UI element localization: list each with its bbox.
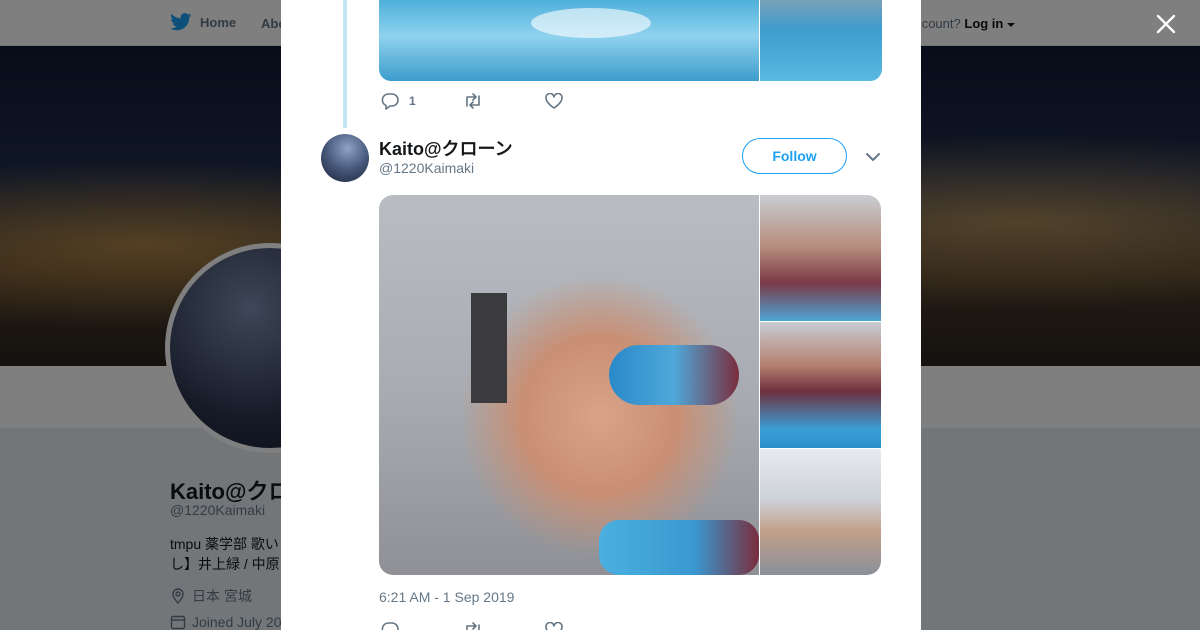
tweet-media-grid xyxy=(379,195,881,575)
tweet-photo-4[interactable] xyxy=(760,449,881,575)
reply-icon xyxy=(381,622,399,630)
like-button-2[interactable] xyxy=(545,622,627,630)
tweet-author-name[interactable]: Kaito@クローン xyxy=(379,135,513,161)
tweet-modal: 1 Kaito@クローン @1220Kaimaki Follow 6:21 AM… xyxy=(281,0,921,630)
tweet-photo-2[interactable] xyxy=(760,195,881,321)
like-button[interactable] xyxy=(545,93,627,109)
photo-swimsuit-shape-2 xyxy=(599,520,759,575)
reply-button[interactable]: 1 xyxy=(381,92,463,110)
tweet-timestamp[interactable]: 6:21 AM - 1 Sep 2019 xyxy=(379,589,514,605)
reply-count: 1 xyxy=(409,94,416,108)
previous-tweet-photo-main[interactable] xyxy=(379,0,759,81)
photo-background-post xyxy=(471,293,507,403)
tweet-author-avatar[interactable] xyxy=(321,134,369,182)
like-icon xyxy=(545,622,563,630)
tweet-options-chevron-icon[interactable] xyxy=(865,150,881,164)
tweet-author-handle[interactable]: @1220Kaimaki xyxy=(379,160,474,176)
previous-tweet-actions: 1 xyxy=(381,92,627,110)
follow-button[interactable]: Follow xyxy=(742,138,847,174)
reply-button-2[interactable] xyxy=(381,621,463,630)
thread-line xyxy=(343,0,347,128)
photo-swimsuit-shape xyxy=(609,345,739,405)
previous-tweet-photo-side[interactable] xyxy=(760,0,882,81)
retweet-button-2[interactable] xyxy=(463,622,545,630)
retweet-icon xyxy=(466,93,480,109)
like-icon xyxy=(545,93,563,109)
tweet-photo-1[interactable] xyxy=(379,195,759,575)
retweet-icon xyxy=(466,622,480,630)
close-icon[interactable] xyxy=(1154,12,1178,36)
reply-icon xyxy=(381,93,399,110)
retweet-button[interactable] xyxy=(463,93,545,109)
tweet-actions xyxy=(381,621,627,630)
tweet-photo-3[interactable] xyxy=(760,322,881,448)
